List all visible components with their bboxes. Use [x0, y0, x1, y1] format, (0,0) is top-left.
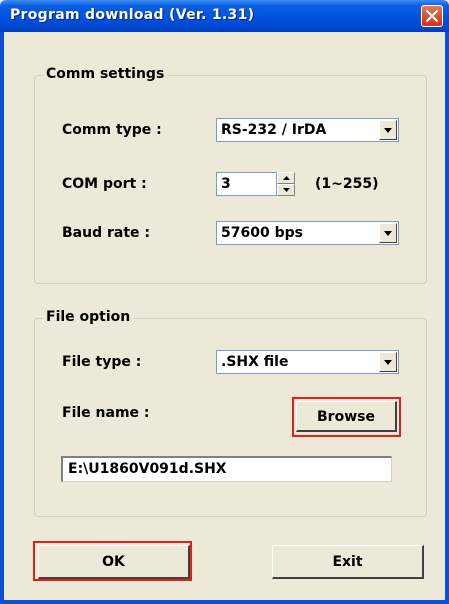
browse-button-label: Browse: [317, 409, 375, 425]
window-frame-bottom: [0, 600, 449, 604]
arrow-down-icon: [283, 188, 290, 192]
chevron-down-icon: [384, 231, 392, 236]
baud-rate-select[interactable]: 57600 bps: [216, 221, 399, 245]
arrow-up-icon: [283, 176, 290, 180]
window-frame-left: [0, 32, 4, 604]
window-title: Program download (Ver. 1.31): [10, 7, 255, 23]
file-type-value: .SHX file: [221, 354, 289, 370]
com-port-increment[interactable]: [277, 172, 295, 184]
baud-rate-label: Baud rate :: [62, 225, 150, 241]
file-name-label: File name :: [62, 405, 150, 421]
comm-type-select[interactable]: RS-232 / IrDA: [216, 118, 399, 142]
title-bar[interactable]: Program download (Ver. 1.31): [0, 0, 449, 32]
window-frame-right: [445, 32, 449, 604]
file-path-input[interactable]: E:\U1860V091d.SHX: [61, 456, 392, 482]
file-type-select[interactable]: .SHX file: [216, 350, 399, 374]
comm-type-label: Comm type :: [62, 122, 162, 138]
comm-type-dropdown-button[interactable]: [379, 120, 397, 140]
com-port-range: (1~255): [315, 176, 379, 192]
com-port-input[interactable]: 3: [216, 172, 277, 196]
program-download-dialog: Program download (Ver. 1.31) Comm settin…: [0, 0, 449, 604]
browse-button[interactable]: Browse: [296, 401, 397, 432]
exit-button-label: Exit: [332, 554, 363, 570]
com-port-stepper[interactable]: [277, 172, 295, 196]
comm-type-value: RS-232 / IrDA: [221, 122, 327, 138]
com-port-label: COM port :: [62, 176, 147, 192]
ok-button[interactable]: OK: [38, 545, 190, 579]
file-path-value: E:\U1860V091d.SHX: [68, 461, 227, 477]
com-port-decrement[interactable]: [277, 184, 295, 196]
comm-settings-label: Comm settings: [43, 66, 168, 82]
baud-rate-value: 57600 bps: [221, 225, 303, 241]
ok-button-label: OK: [102, 554, 125, 570]
chevron-down-icon: [384, 128, 392, 133]
file-type-label: File type :: [62, 354, 142, 370]
close-button[interactable]: [421, 5, 443, 27]
chevron-down-icon: [384, 360, 392, 365]
exit-button[interactable]: Exit: [272, 545, 424, 579]
baud-rate-dropdown-button[interactable]: [379, 223, 397, 243]
com-port-value: 3: [221, 176, 231, 192]
file-type-dropdown-button[interactable]: [379, 352, 397, 372]
file-option-label: File option: [43, 309, 134, 325]
close-icon: [426, 10, 438, 22]
